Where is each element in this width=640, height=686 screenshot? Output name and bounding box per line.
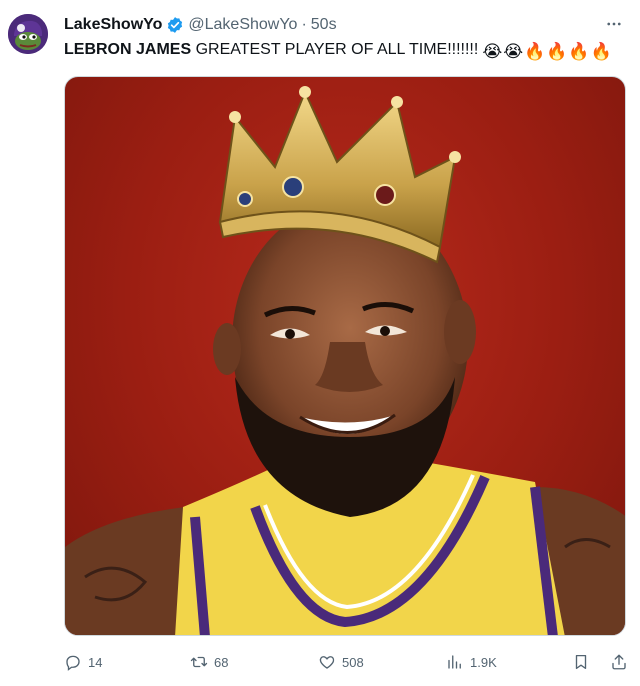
- fire-emoji-icon: 🔥: [546, 42, 568, 61]
- timestamp[interactable]: 50s: [311, 16, 337, 34]
- separator-dot: ·: [301, 16, 307, 33]
- verified-badge-icon: [168, 17, 183, 33]
- tweet-actions: 14 68 508 1.9K: [64, 650, 626, 674]
- fire-emoji-icon: 🔥: [590, 42, 612, 61]
- like-button[interactable]: 508: [318, 653, 364, 671]
- display-name[interactable]: LakeShowYo: [64, 16, 162, 34]
- share-icon: [612, 654, 626, 670]
- tweet-text-rest: GREATEST PLAYER OF ALL TIME!!!!!!!: [191, 41, 479, 58]
- like-count: 508: [342, 654, 364, 670]
- avatar[interactable]: [8, 14, 48, 54]
- crying-emoji-icon: 😭: [503, 42, 524, 61]
- views-chart-icon: [448, 655, 461, 669]
- more-options-button[interactable]: [604, 14, 624, 34]
- pepe-avatar-icon: [8, 14, 48, 54]
- reply-icon: [66, 655, 80, 671]
- views-count: 1.9K: [470, 654, 497, 670]
- heart-icon: [319, 656, 335, 669]
- share-button[interactable]: [610, 653, 628, 671]
- tweet[interactable]: LakeShowYo @LakeShowYo · 50s LEBRON JAME…: [0, 0, 640, 686]
- reply-count: 14: [88, 654, 103, 670]
- fire-emoji-icon: 🔥: [568, 42, 590, 61]
- emoji-group: 😭 😭 🔥 🔥 🔥 🔥: [482, 43, 611, 61]
- reply-button[interactable]: 14: [64, 653, 102, 671]
- retweet-count: 68: [214, 654, 229, 670]
- tweet-text-bold: LEBRON JAMES: [64, 41, 192, 58]
- views-button[interactable]: 1.9K: [446, 653, 497, 671]
- fire-emoji-icon: 🔥: [524, 42, 546, 61]
- photo-lebron-crown-icon: [65, 86, 625, 635]
- more-horizontal-icon: [607, 22, 621, 26]
- crying-emoji-icon: 😭: [482, 42, 503, 61]
- tweet-text: LEBRON JAMES GREATEST PLAYER OF ALL TIME…: [64, 40, 624, 61]
- bookmark-icon: [575, 654, 587, 670]
- bookmark-button[interactable]: [572, 653, 590, 671]
- tweet-header: LakeShowYo @LakeShowYo · 50s: [64, 14, 624, 36]
- retweet-button[interactable]: 68: [190, 653, 228, 671]
- user-handle[interactable]: @LakeShowYo: [188, 16, 297, 34]
- tweet-photo[interactable]: [64, 76, 626, 636]
- retweet-icon: [190, 656, 208, 668]
